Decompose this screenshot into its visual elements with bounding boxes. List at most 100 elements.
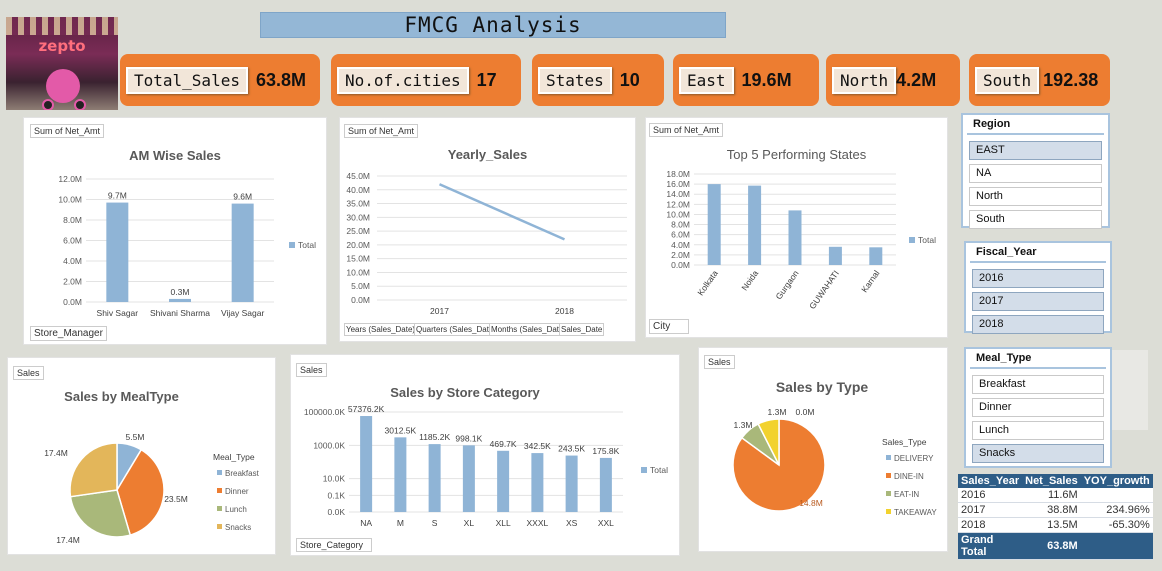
x-tick-label: Noida bbox=[739, 268, 760, 292]
slicer-item-na[interactable]: NA bbox=[969, 164, 1102, 183]
data-label: 175.8K bbox=[592, 446, 619, 456]
pivot-cell: -65.30% bbox=[1080, 517, 1153, 533]
pivot-cell: 11.6M bbox=[1022, 488, 1081, 503]
y-tick-label: 2.0M bbox=[63, 277, 82, 287]
bar bbox=[788, 210, 802, 265]
data-label: 14.8M bbox=[799, 498, 823, 508]
slicer-item-2016[interactable]: 2016 bbox=[972, 269, 1104, 288]
field-button-store-manager[interactable]: Store_Manager bbox=[30, 326, 107, 341]
data-label: 469.7K bbox=[490, 439, 517, 449]
kpi-label: East bbox=[679, 66, 734, 94]
y-tick-label: 4.0M bbox=[671, 240, 690, 250]
kpi-total-sales: Total_Sales 63.8M bbox=[120, 54, 320, 106]
pivot-header-yoy-growth[interactable]: YOY_growth bbox=[1080, 474, 1153, 488]
legend-swatch bbox=[641, 467, 647, 473]
kpi-cities: No.of.cities 17 bbox=[331, 54, 521, 106]
legend-swatch bbox=[217, 488, 222, 493]
x-tick-label: Vijay Sagar bbox=[221, 308, 264, 318]
field-button-sales-date[interactable]: Sales_Date bbox=[559, 323, 605, 336]
kpi-south: South 192.38 bbox=[969, 54, 1110, 106]
legend-swatch bbox=[886, 509, 891, 514]
kpi-states: States 10 bbox=[532, 54, 664, 106]
y-tick-label: 0.0M bbox=[63, 297, 82, 307]
y-tick-label: 4.0M bbox=[63, 256, 82, 266]
legend-label: Total bbox=[918, 235, 936, 245]
pivot-cell: Grand Total bbox=[958, 532, 1023, 560]
legend-label: Snacks bbox=[225, 523, 251, 532]
y-tick-label: 1000.0K bbox=[313, 440, 345, 450]
bar bbox=[531, 453, 544, 512]
table-row: 2018 13.5M -65.30% bbox=[958, 517, 1153, 533]
legend-title: Sales_Type bbox=[882, 437, 927, 447]
x-tick-label: XL bbox=[464, 518, 475, 528]
legend-label: TAKEAWAY bbox=[894, 508, 937, 517]
x-tick-label: Karnal bbox=[859, 268, 881, 294]
logo-lights-decoration bbox=[6, 17, 118, 35]
kpi-value: 19.6M bbox=[741, 69, 792, 90]
x-tick-label: 2017 bbox=[430, 306, 449, 316]
slicer-item-2017[interactable]: 2017 bbox=[972, 292, 1104, 311]
logo-text: zepto bbox=[38, 37, 86, 55]
x-tick-label: M bbox=[397, 518, 404, 528]
bar bbox=[360, 416, 373, 512]
dashboard-title: FMCG Analysis bbox=[260, 12, 726, 38]
data-label: 998.1K bbox=[455, 433, 482, 443]
legend-swatch bbox=[289, 242, 295, 248]
pivot-cell: 13.5M bbox=[1022, 517, 1081, 533]
x-tick-label: Kolkata bbox=[695, 268, 720, 297]
slicer-item-snacks[interactable]: Snacks bbox=[972, 444, 1104, 463]
y-tick-label: 18.0M bbox=[666, 169, 690, 179]
scooter-rider-icon bbox=[46, 69, 80, 103]
kpi-label: North bbox=[832, 66, 897, 94]
kpi-label: No.of.cities bbox=[337, 66, 469, 94]
y-tick-label: 100000.0K bbox=[304, 407, 345, 417]
yearly-chart-svg: 0.0M 5.0M 10.0M 15.0M 20.0M 25.0M 30.0M 35.0M 40… bbox=[346, 171, 627, 316]
bar bbox=[869, 247, 883, 265]
y-tick-label: 0.1K bbox=[328, 490, 346, 500]
kpi-east: East 19.6M bbox=[673, 54, 819, 106]
x-tick-label: Shivani Sharma bbox=[150, 308, 210, 318]
pivot-header-net-sales[interactable]: Net_Sales bbox=[1022, 474, 1081, 488]
field-button-years[interactable]: Years (Sales_Date) bbox=[344, 323, 418, 336]
legend-label: DINE-IN bbox=[894, 472, 924, 481]
yearly-sales-chart: Sum of Net_Amt Yearly_Sales 0.0M 5.0M 10.0… bbox=[339, 117, 636, 342]
y-tick-label: 20.0M bbox=[346, 240, 370, 250]
slicer-item-lunch[interactable]: Lunch bbox=[972, 421, 1104, 440]
slicer-item-dinner[interactable]: Dinner bbox=[972, 398, 1104, 417]
y-tick-label: 2.0M bbox=[671, 250, 690, 260]
x-tick-label: XXXL bbox=[527, 518, 549, 528]
table-row: 2017 38.8M 234.96% bbox=[958, 502, 1153, 518]
legend-swatch bbox=[886, 491, 891, 496]
slicer-item-2018[interactable]: 2018 bbox=[972, 315, 1104, 334]
slicer-item-north[interactable]: North bbox=[969, 187, 1102, 206]
pivot-header-sales-year[interactable]: Sales_Year bbox=[958, 474, 1023, 488]
legend-label: Lunch bbox=[225, 505, 247, 514]
data-label: 0.3M bbox=[171, 287, 190, 297]
sales-year-pivot-table: Sales_Year Net_Sales YOY_growth 2016 11.… bbox=[958, 474, 1153, 560]
legend-label: Total bbox=[650, 465, 668, 475]
type-pie-svg: 0.0M 14.8M 1.3M 1.3M Sales_Type DELIVERY DINE-… bbox=[732, 407, 937, 517]
kpi-value: 192.38 bbox=[1043, 69, 1099, 90]
slicer-item-south[interactable]: South bbox=[969, 210, 1102, 229]
legend-title: Meal_Type bbox=[213, 452, 255, 462]
bar bbox=[169, 298, 191, 302]
field-button-store-category[interactable]: Store_Category bbox=[296, 538, 372, 552]
slicer-item-breakfast[interactable]: Breakfast bbox=[972, 375, 1104, 394]
data-label: 17.4M bbox=[44, 448, 68, 458]
bar bbox=[748, 185, 762, 265]
data-label: 17.4M bbox=[56, 535, 80, 545]
pivot-header-row: Sales_Year Net_Sales YOY_growth bbox=[958, 474, 1153, 488]
legend-swatch bbox=[217, 524, 222, 529]
y-tick-label: 10.0M bbox=[346, 267, 370, 277]
kpi-value: 10 bbox=[619, 69, 640, 90]
bar bbox=[394, 437, 407, 512]
sales-by-type-chart: Sales Sales by Type 0.0M 14.8M 1.3M 1.3M Sal… bbox=[698, 347, 948, 552]
field-button-quarters[interactable]: Quarters (Sales_Date) bbox=[414, 323, 499, 336]
field-button-months[interactable]: Months (Sales_Date) bbox=[489, 323, 569, 336]
field-button-city[interactable]: City bbox=[649, 319, 689, 334]
y-tick-label: 10.0K bbox=[323, 474, 346, 484]
pivot-cell: 2018 bbox=[958, 517, 1023, 533]
slicer-item-east[interactable]: EAST bbox=[969, 141, 1102, 160]
y-tick-label: 25.0M bbox=[346, 226, 370, 236]
pivot-cell bbox=[1080, 488, 1153, 503]
